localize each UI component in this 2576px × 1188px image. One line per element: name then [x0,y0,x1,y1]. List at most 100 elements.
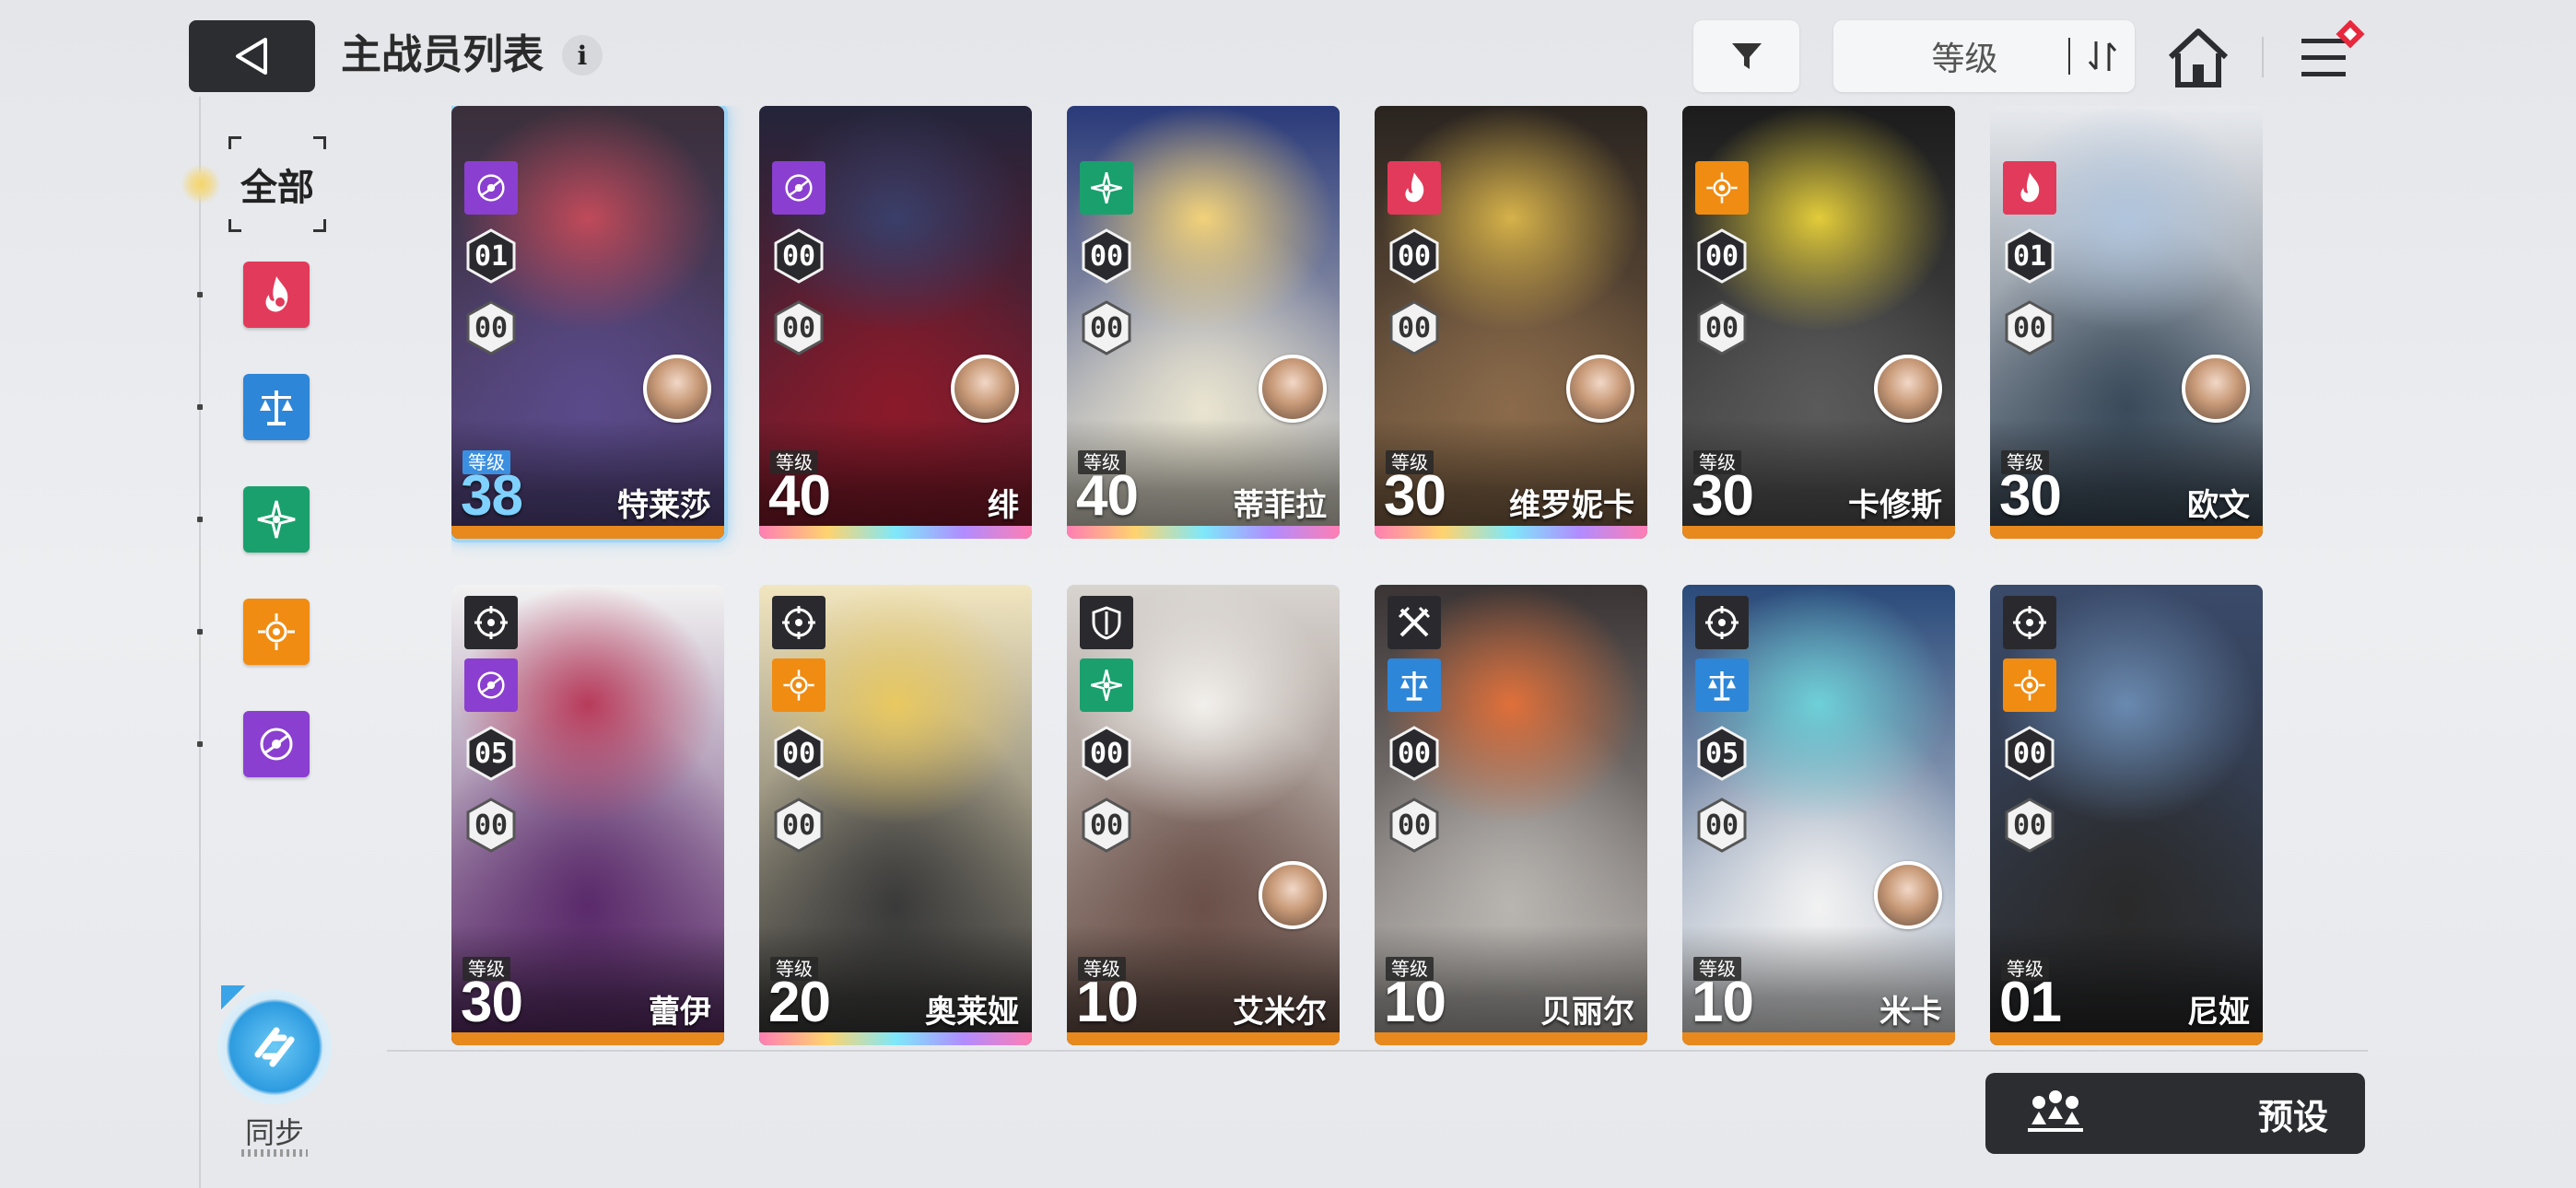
filter-all-button[interactable]: 全部 [228,136,326,232]
grid-divider [387,1050,2368,1052]
partner-avatar [2182,355,2250,423]
page-title: 主战员列表 [341,31,544,78]
blade-class-badge [1388,596,1441,649]
level-value: 10 [1692,971,1754,1034]
sub-value: 00 [474,809,509,842]
level-value: 30 [461,971,523,1034]
operator-grid: 01 00 等级 38 特莱莎 00 00 等级 40 绯 00 00 等级 40 蒂菲拉 00 00 等级 30 维… [451,106,2294,1045]
scale-icon [260,390,293,425]
rank-hex-badge: 00 [1386,725,1443,782]
back-button[interactable] [189,20,315,92]
sun-icon [258,613,295,650]
sub-hex-badge: 00 [770,299,827,356]
rank-value: 00 [1397,239,1432,273]
rank-hex-badge: 00 [1078,227,1135,285]
sub-value: 00 [781,809,816,842]
rank-value: 05 [1704,737,1739,770]
partner-avatar [1874,355,1942,423]
operator-card[interactable]: 00 00 等级 30 卡修斯 [1682,106,1955,539]
rarity-bar [1682,526,1955,539]
rank-hex-badge: 00 [1078,725,1135,782]
operator-name: 艾米尔 [1233,994,1327,1031]
filter-wind-button[interactable] [243,486,310,553]
menu-button[interactable] [2294,19,2368,94]
sun-icon [1706,172,1738,204]
sniper-class-badge [2003,596,2056,649]
sub-hex-badge: 00 [1693,299,1751,356]
home-icon [2168,29,2229,87]
void-element-badge [464,658,518,712]
filter-sun-button[interactable] [243,599,310,665]
sidebar-dot [197,517,203,522]
sync-label: 同步 [245,1115,305,1150]
sub-hex-badge: 00 [1078,797,1135,854]
sun-icon [2014,670,2045,701]
filter-void-button[interactable] [243,711,310,777]
rank-value: 00 [781,737,816,770]
selected-glow-indicator [181,164,221,204]
rank-hex-badge: 00 [770,725,827,782]
rank-value: 00 [1704,239,1739,273]
sniper-class-badge [464,596,518,649]
rank-value: 00 [1089,239,1124,273]
level-value: 38 [461,464,523,528]
operator-card[interactable]: 00 00 等级 20 奥莱娅 [759,585,1032,1045]
operator-name: 奥莱娅 [925,994,1019,1031]
sub-value: 00 [1089,311,1124,344]
shield-class-icon [1092,606,1121,640]
rarity-bar [1682,1032,1955,1045]
partner-avatar [1566,355,1634,423]
preset-label: 预设 [2257,1096,2328,1137]
partner-avatar [1874,861,1942,929]
sub-value: 00 [474,311,509,344]
info-icon[interactable]: i [562,35,603,76]
operator-name: 绯 [988,487,1019,524]
filter-button[interactable] [1693,20,1799,92]
crossed-blades-class-icon [1398,606,1431,637]
level-value: 40 [1076,464,1139,528]
sub-value: 00 [1704,311,1739,344]
header-separator [2262,37,2264,77]
sidebar-dot [197,404,203,410]
operator-name: 米卡 [1879,994,1942,1031]
sync-button[interactable] [217,990,332,1104]
void-swirl-icon [260,728,293,761]
level-value: 01 [1999,971,2062,1034]
sort-dropdown[interactable]: 等级 [1833,20,2135,92]
sub-hex-badge: 00 [770,797,827,854]
operator-name: 蕾伊 [649,994,711,1031]
sniper-class-badge [1695,596,1749,649]
sub-hex-badge: 00 [2001,299,2058,356]
operator-card[interactable]: 00 00 等级 30 维罗妮卡 [1375,106,1647,539]
operator-card[interactable]: 00 00 等级 10 艾米尔 [1067,585,1340,1045]
sub-value: 00 [2012,311,2047,344]
sort-order-toggle[interactable] [2070,38,2135,75]
rank-value: 00 [1089,737,1124,770]
wind-element-badge [1080,161,1133,215]
flame-icon [1405,172,1424,203]
sidebar-dot [197,292,203,297]
rank-value: 00 [1397,737,1432,770]
sync-icon [254,1027,295,1067]
level-value: 30 [1999,464,2062,528]
home-button[interactable] [2165,26,2231,90]
shield-class-badge [1080,596,1133,649]
operator-card[interactable]: 00 00 等级 40 蒂菲拉 [1067,106,1340,539]
void-swirl-icon [785,174,813,202]
level-value: 30 [1384,464,1446,528]
operator-card[interactable]: 01 00 等级 30 欧文 [1990,106,2263,539]
operator-card[interactable]: 05 00 等级 30 蕾伊 [451,585,724,1045]
sub-value: 00 [2012,809,2047,842]
back-triangle-icon [235,38,267,75]
operator-card[interactable]: 00 00 等级 10 贝丽尔 [1375,585,1647,1045]
rank-value: 00 [781,239,816,273]
filter-scale-button[interactable] [243,374,310,440]
rarity-bar [1375,1032,1647,1045]
filter-fire-button[interactable] [243,262,310,328]
operator-card[interactable]: 01 00 等级 38 特莱莎 [451,106,724,539]
preset-button[interactable]: 预设 [1985,1073,2365,1154]
operator-card[interactable]: 00 00 等级 01 尼娅 [1990,585,2263,1045]
operator-card[interactable]: 05 00 等级 10 米卡 [1682,585,1955,1045]
filter-all-label: 全部 [240,167,314,209]
operator-card[interactable]: 00 00 等级 40 绯 [759,106,1032,539]
